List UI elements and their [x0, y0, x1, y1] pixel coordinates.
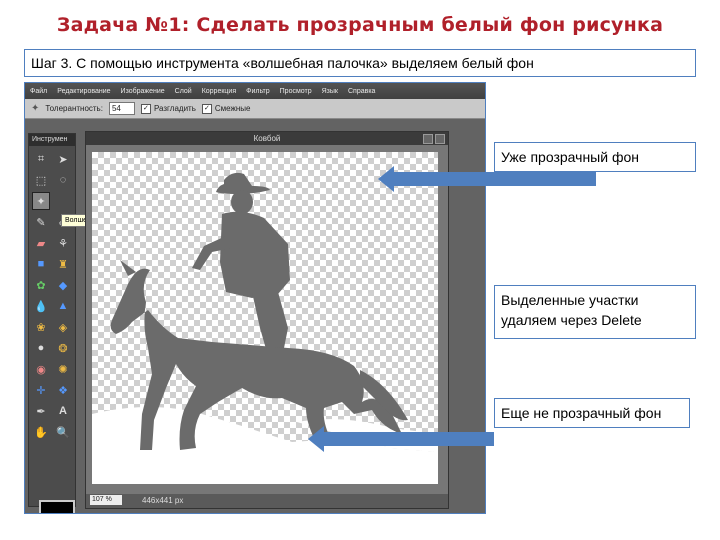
cowboy-silhouette	[110, 172, 408, 450]
menu-layer[interactable]: Слой	[170, 88, 197, 95]
eraser-icon[interactable]: ▰	[32, 234, 50, 252]
contiguous-label: Смежные	[214, 104, 251, 113]
callout-selected: Выделенные участки удаляем через Delete	[494, 285, 696, 339]
blank-tool	[54, 192, 72, 210]
replace-color-icon[interactable]: ✿	[32, 276, 50, 294]
status-bar: 107 % 446x441 px	[86, 494, 448, 508]
menu-help[interactable]: Справка	[343, 88, 380, 95]
tools-panel-title: Инструмен	[29, 134, 75, 146]
clone-icon[interactable]: ⚘	[54, 234, 72, 252]
move-icon[interactable]: ➤	[54, 150, 72, 168]
menu-bar: Файл Редактирование Изображение Слой Кор…	[25, 83, 485, 99]
pencil-icon[interactable]: ✎	[32, 213, 50, 231]
image-dimensions: 446x441 px	[142, 496, 184, 505]
type-icon[interactable]: A	[54, 402, 72, 420]
tolerance-input[interactable]: 54	[108, 102, 135, 115]
menu-edit[interactable]: Редактирование	[52, 88, 115, 95]
menu-adjustment[interactable]: Коррекция	[197, 88, 241, 95]
lasso-icon[interactable]: ◌	[54, 171, 72, 189]
document-title-bar: Ковбой	[86, 132, 448, 145]
spot-heal-icon[interactable]: ◉	[32, 360, 50, 378]
menu-language[interactable]: Язык	[317, 88, 343, 95]
menu-image[interactable]: Изображение	[116, 88, 170, 95]
menu-file[interactable]: Файл	[25, 88, 52, 95]
menu-filter[interactable]: Фильтр	[241, 88, 275, 95]
color-picker-icon[interactable]: ✒	[32, 402, 50, 420]
tools-panel: Инструмен ⌗ ➤ ⬚ ◌ ✦ ✎ ✐ ▰ ⚘ ■ ♜ ✿ ◆ 💧 ▲ …	[28, 133, 76, 513]
dodge-icon[interactable]: ◈	[54, 318, 72, 336]
red-eye-icon[interactable]: ❂	[54, 339, 72, 357]
callout-not-transparent: Еще не прозрачный фон	[494, 398, 690, 428]
menu-view[interactable]: Просмотр	[275, 88, 317, 95]
burn-icon[interactable]: ●	[32, 339, 50, 357]
drawing-icon[interactable]: ❖	[54, 381, 72, 399]
slide-title: Задача №1: Сделать прозрачным белый фон …	[56, 14, 664, 36]
hand-icon[interactable]: ✋	[32, 423, 50, 441]
blur-icon[interactable]: ◆	[54, 276, 72, 294]
antialias-option[interactable]: ✓ Разгладить	[140, 103, 196, 114]
checkbox-icon[interactable]: ✓	[201, 103, 212, 114]
antialias-label: Разгладить	[153, 104, 196, 113]
color-swatch[interactable]	[39, 500, 75, 513]
checkbox-icon[interactable]: ✓	[140, 103, 151, 114]
magic-wand-icon[interactable]: ✦	[32, 192, 50, 210]
tool-options-bar: ✦ Толерантность: 54 ✓ Разгладить ✓ Смежн…	[25, 99, 485, 119]
arrow-to-transparent-area	[378, 166, 596, 192]
zoom-icon[interactable]: 🔍	[54, 423, 72, 441]
sharpen-icon[interactable]: 💧	[32, 297, 50, 315]
marquee-icon[interactable]: ⬚	[32, 171, 50, 189]
smudge-icon[interactable]: ▲	[54, 297, 72, 315]
arrow-to-white-area	[308, 426, 494, 452]
document-title: Ковбой	[253, 134, 281, 143]
magic-wand-icon: ✦	[31, 103, 40, 114]
bloat-icon[interactable]: ✺	[54, 360, 72, 378]
window-controls	[423, 134, 445, 144]
step-instruction: Шаг 3. С помощью инструмента «волшебная …	[24, 49, 696, 77]
gradient-icon[interactable]: ■	[32, 255, 50, 273]
stamp-icon[interactable]: ♜	[54, 255, 72, 273]
sponge-icon[interactable]: ❀	[32, 318, 50, 336]
tool-grid: ⌗ ➤ ⬚ ◌ ✦ ✎ ✐ ▰ ⚘ ■ ♜ ✿ ◆ 💧 ▲ ❀ ◈ ● ❂ ◉ …	[29, 146, 75, 445]
zoom-level[interactable]: 107 %	[90, 495, 122, 505]
pinch-icon[interactable]: ✛	[32, 381, 50, 399]
tolerance-label: Толерантность:	[45, 104, 103, 113]
minimize-icon[interactable]	[423, 134, 433, 144]
close-icon[interactable]	[435, 134, 445, 144]
crop-icon[interactable]: ⌗	[32, 150, 50, 168]
contiguous-option[interactable]: ✓ Смежные	[201, 103, 251, 114]
